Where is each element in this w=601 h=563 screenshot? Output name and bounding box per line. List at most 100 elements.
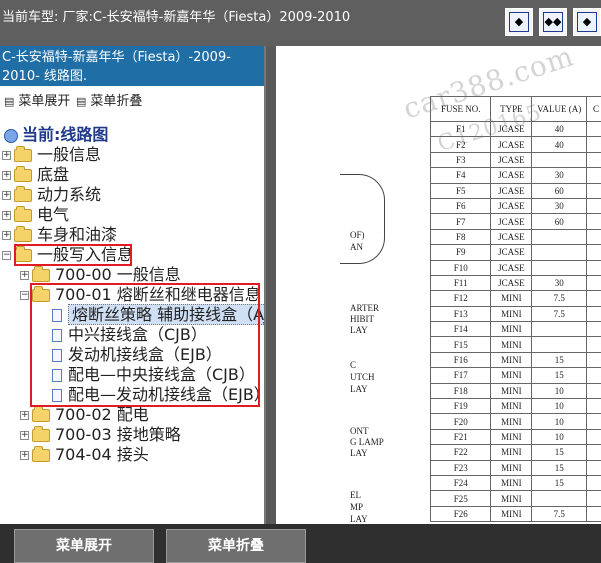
table-row: F15 MINI bbox=[429, 336, 601, 353]
cell-fuse-no: F16 bbox=[429, 351, 492, 369]
tree-item-chassis[interactable]: + 底盘 bbox=[2, 165, 69, 185]
cell-value bbox=[531, 336, 588, 353]
view-right-button[interactable]: ◆ bbox=[573, 8, 601, 36]
cell-type: MINI bbox=[490, 505, 533, 523]
cell-type: MINI bbox=[490, 444, 533, 461]
expand-icon[interactable]: + bbox=[20, 431, 29, 440]
cell-value bbox=[531, 321, 588, 338]
cell-type: JCASE bbox=[490, 151, 533, 169]
expand-icon[interactable]: + bbox=[2, 191, 11, 200]
cell-fuse-no: F4 bbox=[429, 167, 492, 184]
table-row: F26 MINI 7.5 bbox=[429, 505, 601, 523]
cell-c bbox=[586, 151, 601, 169]
expand-icon[interactable]: + bbox=[20, 271, 29, 280]
expand-icon[interactable]: + bbox=[2, 211, 11, 220]
cell-value: 40 bbox=[531, 136, 588, 153]
table-row: F9 JCASE bbox=[429, 244, 601, 261]
cell-type: MINI bbox=[490, 413, 533, 430]
view-dual-button[interactable]: ◆◆ bbox=[539, 8, 567, 36]
cell-fuse-no: F26 bbox=[429, 505, 492, 523]
folder-icon bbox=[32, 426, 50, 442]
cell-value: 10 bbox=[531, 382, 588, 400]
cell-fuse-no: F22 bbox=[429, 444, 492, 461]
side-label: LAY bbox=[350, 514, 368, 524]
cell-value bbox=[531, 244, 588, 261]
folder-icon bbox=[32, 446, 50, 462]
cell-value bbox=[531, 259, 588, 276]
tree-root[interactable]: 当前:线路图 bbox=[4, 125, 108, 145]
expand-icon[interactable]: + bbox=[2, 171, 11, 180]
tree-item-body-paint[interactable]: + 车身和油漆 bbox=[2, 225, 117, 245]
table-row: F24 MINI 15 bbox=[429, 474, 601, 492]
col-c: C bbox=[586, 96, 601, 122]
table-row: F2 JCASE 40 bbox=[429, 136, 601, 153]
collapse-all-link[interactable]: ▤ 菜单折叠 bbox=[76, 90, 142, 109]
cell-type: JCASE bbox=[490, 213, 533, 230]
expand-icon[interactable]: + bbox=[20, 451, 29, 460]
tree-item-700-00[interactable]: +700-00 一般信息 bbox=[20, 265, 181, 285]
expand-icon[interactable]: + bbox=[20, 411, 29, 420]
side-label: LAY bbox=[350, 448, 368, 458]
expand-icon[interactable]: + bbox=[2, 231, 11, 240]
table-row: F11 JCASE 30 bbox=[429, 274, 601, 292]
tree-item-700-02[interactable]: +700-02 配电 bbox=[20, 405, 149, 425]
table-row: F21 MINI 10 bbox=[429, 428, 601, 446]
col-type: TYPE bbox=[490, 96, 533, 122]
cell-fuse-no: F2 bbox=[429, 136, 492, 153]
cell-value: 10 bbox=[531, 428, 588, 446]
cell-type: MINI bbox=[490, 290, 533, 307]
cell-c bbox=[586, 274, 601, 292]
side-label: LAY bbox=[350, 384, 368, 394]
cell-value: 15 bbox=[531, 474, 588, 492]
cell-c bbox=[586, 336, 601, 353]
side-label: HIBIT bbox=[350, 314, 374, 324]
list-icon: ▤ bbox=[4, 95, 15, 108]
cell-value: 60 bbox=[531, 213, 588, 230]
cell-c bbox=[586, 444, 601, 461]
cell-value: 10 bbox=[531, 398, 588, 415]
cell-value: 30 bbox=[531, 167, 588, 184]
document-panel[interactable]: car388.com C120165 OF) AN ARTER HIBIT LA… bbox=[266, 46, 601, 524]
tree-item-704-04[interactable]: +704-04 接头 bbox=[20, 445, 149, 465]
cell-type: MINI bbox=[490, 336, 533, 353]
cell-c bbox=[586, 490, 601, 507]
bottom-toolbar: 菜单展开 菜单折叠 bbox=[0, 524, 601, 563]
cell-c bbox=[586, 259, 601, 276]
cell-value: 15 bbox=[531, 351, 588, 369]
table-row: F18 MINI 10 bbox=[429, 382, 601, 400]
selected-path: C-长安福特-新嘉年华（Fiesta）-2009-2010- 线路图. bbox=[0, 46, 264, 86]
tree-item-general-info[interactable]: + 一般信息 bbox=[2, 145, 101, 165]
tree-item-electrical[interactable]: + 电气 bbox=[2, 205, 69, 225]
menu-expand-button[interactable]: 菜单展开 bbox=[14, 529, 154, 563]
cell-fuse-no: F14 bbox=[429, 321, 492, 338]
side-label: AN bbox=[350, 242, 363, 252]
list-icon: ▤ bbox=[76, 95, 87, 108]
table-row: F4 JCASE 30 bbox=[429, 167, 601, 184]
cell-value: 30 bbox=[531, 274, 588, 292]
expand-icon[interactable]: + bbox=[2, 151, 11, 160]
expand-all-link[interactable]: ▤ 菜单展开 bbox=[4, 90, 70, 109]
cell-type: JCASE bbox=[490, 244, 533, 261]
view-single-button[interactable]: ◆ bbox=[505, 8, 533, 36]
side-label: UTCH bbox=[350, 372, 375, 382]
table-row: F10 JCASE bbox=[429, 259, 601, 276]
cell-c bbox=[586, 120, 601, 138]
folder-icon bbox=[14, 206, 32, 222]
collapse-icon[interactable]: − bbox=[20, 291, 29, 300]
cell-c bbox=[586, 228, 601, 246]
cell-type: JCASE bbox=[490, 197, 533, 215]
cell-fuse-no: F3 bbox=[429, 151, 492, 169]
tree-item-powertrain[interactable]: + 动力系统 bbox=[2, 185, 101, 205]
table-row: F17 MINI 15 bbox=[429, 367, 601, 384]
cell-fuse-no: F17 bbox=[429, 367, 492, 384]
cell-fuse-no: F24 bbox=[429, 474, 492, 492]
cell-c bbox=[586, 428, 601, 446]
collapse-icon[interactable]: − bbox=[2, 251, 11, 260]
cell-value: 10 bbox=[531, 413, 588, 430]
menu-collapse-button[interactable]: 菜单折叠 bbox=[166, 529, 306, 563]
cell-value bbox=[531, 490, 588, 507]
table-row: F25 MINI bbox=[429, 490, 601, 507]
cell-c bbox=[586, 182, 601, 199]
cell-type: JCASE bbox=[490, 274, 533, 292]
tree-item-700-03[interactable]: +700-03 接地策略 bbox=[20, 425, 181, 445]
